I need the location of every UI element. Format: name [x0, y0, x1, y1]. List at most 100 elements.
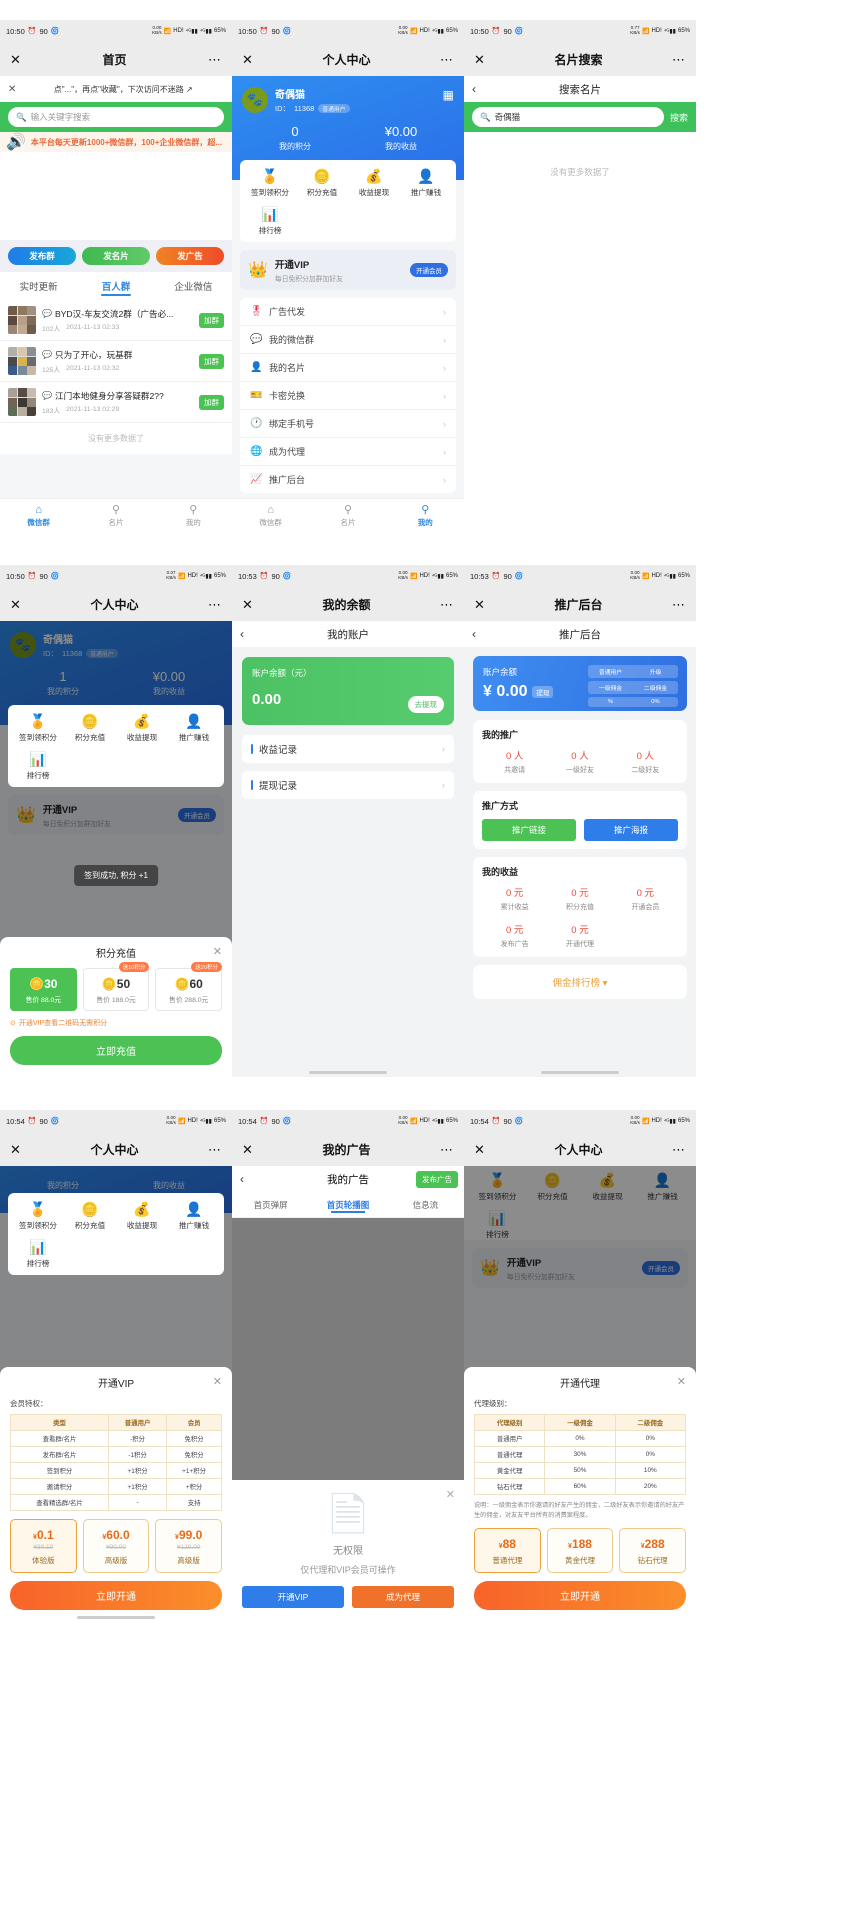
quick-promote[interactable]: 👤 推广赚钱	[168, 1201, 220, 1231]
plan-option[interactable]: ¥188 黄金代理	[546, 1528, 614, 1573]
close-icon[interactable]: ✕	[213, 945, 222, 958]
package-option[interactable]: 送20积分 🪙60 售价 288.0元	[155, 962, 223, 1011]
close-icon[interactable]: ✕	[213, 1375, 222, 1388]
more-icon[interactable]: ⋯	[440, 1143, 454, 1156]
close-icon[interactable]: ✕	[242, 53, 253, 66]
quick-signin[interactable]: 🏅 签到领积分	[12, 713, 64, 743]
quick-signin[interactable]: 🏅 签到领积分	[244, 168, 296, 198]
join-group-button[interactable]: 加群	[199, 394, 224, 410]
menu-item-coupon[interactable]: 🎫 卡密兑换 ›	[240, 382, 456, 410]
table-row[interactable]: 💬 BYD汉-车友交流2群（广告必... 102人 2021-11-13 02:33…	[0, 300, 232, 341]
search-input[interactable]: 🔍 奇偶猫	[472, 107, 664, 127]
activate-now-button[interactable]: 立即开通	[10, 1581, 222, 1610]
close-icon[interactable]: ✕	[677, 1375, 686, 1388]
tabbar-item-groups[interactable]: ⌂ 微信群	[0, 504, 77, 528]
quick-rank[interactable]: 📊 排行榜	[12, 1239, 64, 1269]
close-icon[interactable]: ✕	[242, 598, 253, 611]
tabbar-item-mine[interactable]: ⚲ 我的	[155, 504, 232, 528]
back-icon[interactable]: ‹	[240, 1172, 244, 1186]
join-group-button[interactable]: 加群	[199, 312, 224, 328]
tabbar-item-groups[interactable]: ⌂ 微信群	[232, 504, 309, 528]
more-icon[interactable]: ⋯	[672, 598, 686, 611]
more-icon[interactable]: ⋯	[208, 53, 222, 66]
package-option[interactable]: 送10积分 🪙50 售价 188.0元	[82, 962, 150, 1011]
more-icon[interactable]: ⋯	[672, 1143, 686, 1156]
publish-group-button[interactable]: 发布群	[8, 247, 76, 265]
menu-item-ad[interactable]: 🎖 广告代发 ›	[240, 298, 456, 326]
quick-promote[interactable]: 👤 推广赚钱	[168, 713, 220, 743]
tab-carousel[interactable]: 首页轮播图	[309, 1199, 386, 1211]
promo-poster-button[interactable]: 推广海报	[584, 819, 678, 841]
menu-item-agent[interactable]: 🌐 成为代理 ›	[240, 438, 456, 466]
quick-signin[interactable]: 🏅 签到领积分	[12, 1201, 64, 1231]
quick-rank[interactable]: 📊 排行榜	[12, 751, 64, 781]
join-group-button[interactable]: 加群	[199, 353, 224, 369]
tab-enterprise[interactable]: 企业微信	[155, 279, 232, 293]
avatar[interactable]: 🐾	[242, 87, 268, 113]
plan-option[interactable]: ¥99.0 ¥129.00 高级版	[155, 1519, 223, 1573]
publish-ad-button[interactable]: 发布广告	[416, 1170, 458, 1188]
plan-option[interactable]: ¥288 钻石代理	[619, 1528, 687, 1573]
tab-realtime[interactable]: 实时更新	[0, 279, 77, 293]
more-icon[interactable]: ⋯	[208, 598, 222, 611]
menu-item-phone[interactable]: 🕐 绑定手机号 ›	[240, 410, 456, 438]
close-icon[interactable]: ✕	[474, 598, 485, 611]
publish-card-button[interactable]: 发名片	[82, 247, 150, 265]
menu-item-backend[interactable]: 📈 推广后台 ›	[240, 466, 456, 493]
quick-recharge[interactable]: 🪙 积分充值	[296, 168, 348, 198]
qr-icon[interactable]: ▦	[443, 88, 454, 102]
quick-recharge[interactable]: 🪙 积分充值	[64, 713, 116, 743]
more-icon[interactable]: ⋯	[440, 53, 454, 66]
more-icon[interactable]: ⋯	[440, 598, 454, 611]
back-icon[interactable]: ‹	[472, 627, 476, 641]
income-records-link[interactable]: 收益记录 ›	[242, 735, 454, 763]
search-button[interactable]: 搜索	[670, 111, 688, 124]
recharge-now-button[interactable]: 立即充值	[10, 1036, 222, 1065]
search-input[interactable]: 🔍 输入关键字搜索	[8, 107, 224, 127]
tab-popup[interactable]: 首页弹屏	[232, 1199, 309, 1211]
vip-button[interactable]: 开通会员	[410, 263, 448, 277]
back-icon[interactable]: ‹	[240, 627, 244, 641]
close-icon[interactable]: ✕	[474, 1143, 485, 1156]
vip-banner[interactable]: 👑 开通VIP 每日免积分加群加好友 开通会员	[240, 250, 456, 290]
close-icon[interactable]: ✕	[242, 1143, 253, 1156]
level-upgrade[interactable]: 升级	[633, 665, 678, 678]
tabbar-item-cards[interactable]: ⚲ 名片	[309, 504, 386, 528]
quick-promote[interactable]: 👤 推广赚钱	[400, 168, 452, 198]
close-icon[interactable]: ✕	[10, 53, 21, 66]
withdraw-records-link[interactable]: 提现记录 ›	[242, 771, 454, 799]
menu-item-mycards[interactable]: 👤 我的名片 ›	[240, 354, 456, 382]
quick-withdraw[interactable]: 💰 收益提现	[116, 1201, 168, 1231]
tabbar-item-cards[interactable]: ⚲ 名片	[77, 504, 154, 528]
close-icon[interactable]: ✕	[474, 53, 485, 66]
tabbar-item-mine[interactable]: ⚲ 我的	[387, 504, 464, 528]
tab-feed[interactable]: 信息流	[387, 1199, 464, 1211]
plan-option[interactable]: ¥60.0 ¥90.00 高级版	[82, 1519, 150, 1573]
open-vip-button[interactable]: 开通VIP	[242, 1586, 344, 1608]
more-icon[interactable]: ⋯	[672, 53, 686, 66]
plan-option[interactable]: ¥88 普通代理	[474, 1528, 541, 1573]
back-icon[interactable]: ‹	[472, 82, 476, 96]
tab-hundred[interactable]: 百人群	[77, 279, 154, 293]
tip-close-icon[interactable]: ✕	[8, 84, 16, 95]
table-row[interactable]: 💬 江门本地健身分享答疑群2?? 183人 2021-11-13 02:29 加群	[0, 382, 232, 423]
commission-rank-link[interactable]: 佣金排行榜 ▾	[473, 965, 687, 999]
activate-now-button[interactable]: 立即开通	[474, 1581, 686, 1610]
table-row[interactable]: 💬 只为了开心，玩基群 125人 2021-11-13 02:32 加群	[0, 341, 232, 382]
close-icon[interactable]: ✕	[10, 598, 21, 611]
quick-recharge[interactable]: 🪙 积分充值	[64, 1201, 116, 1231]
more-icon[interactable]: ⋯	[208, 1143, 222, 1156]
quick-withdraw[interactable]: 💰 收益提现	[348, 168, 400, 198]
become-agent-button[interactable]: 成为代理	[352, 1586, 454, 1608]
publish-ad-button[interactable]: 发广告	[156, 247, 224, 265]
plan-option[interactable]: ¥0.1 ¥30.10 体验版	[10, 1519, 77, 1573]
quick-rank[interactable]: 📊 排行榜	[244, 206, 296, 236]
quick-withdraw[interactable]: 💰 收益提现	[116, 713, 168, 743]
close-icon[interactable]: ✕	[10, 1143, 21, 1156]
close-icon[interactable]: ✕	[446, 1488, 455, 1501]
withdraw-button[interactable]: 去提现	[407, 696, 444, 713]
package-option[interactable]: 🪙30 售价 88.0元	[10, 968, 77, 1011]
withdraw-tag[interactable]: 提现	[532, 686, 554, 698]
promo-link-button[interactable]: 推广链接	[482, 819, 576, 841]
menu-item-mygroups[interactable]: 💬 我的微信群 ›	[240, 326, 456, 354]
